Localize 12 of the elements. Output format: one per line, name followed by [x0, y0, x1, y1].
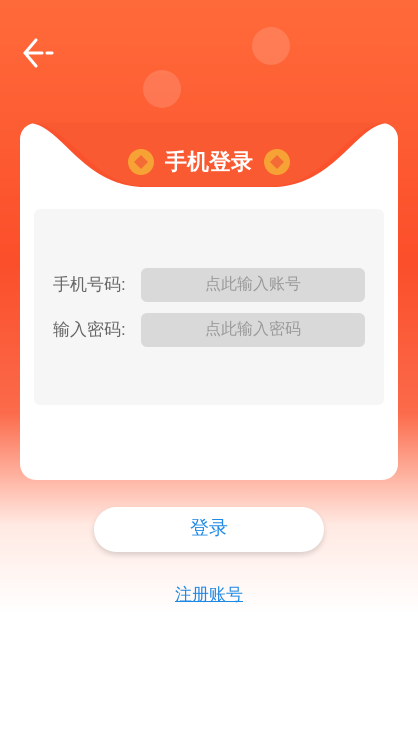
bubble-drawing — [143, 70, 181, 108]
register-link[interactable]: 注册账号 — [175, 582, 243, 608]
input-field[interactable]: 点此输入账号 — [141, 268, 365, 302]
back-icon[interactable] — [22, 37, 54, 69]
field-label: 输入密码: — [53, 318, 127, 341]
coin-icon — [263, 148, 291, 176]
bubble-drawing — [252, 27, 290, 65]
login-button[interactable]: 登录 — [94, 507, 324, 552]
field-label: 手机号码: — [53, 274, 127, 296]
coin-icon — [127, 148, 155, 176]
login-title: 手机登录 — [165, 148, 253, 176]
input-field[interactable]: 点此输入密码 — [141, 312, 365, 346]
